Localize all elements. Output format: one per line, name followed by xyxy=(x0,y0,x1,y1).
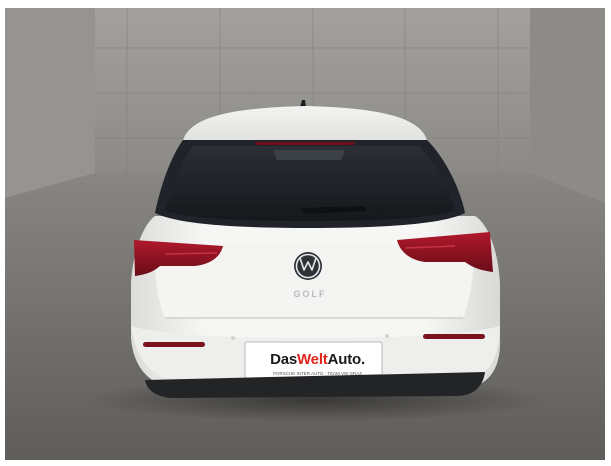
plate-brand-part1: Das xyxy=(270,350,297,368)
left-taillight-highlight xyxy=(164,252,218,255)
plate-brand-accent: Welt xyxy=(297,350,328,368)
plate-brand-part2: Auto. xyxy=(327,350,366,368)
left-side-wall xyxy=(5,8,95,198)
vw-logo-icon xyxy=(294,252,322,280)
model-badge: GOLF xyxy=(293,289,327,299)
car-photo: GOLF Das Welt Auto. PORSCHE INTER AUTO ·… xyxy=(5,8,605,460)
window-reflection xyxy=(273,150,345,160)
third-brake-light xyxy=(255,142,355,145)
left-reflector xyxy=(143,342,205,347)
right-reflector xyxy=(423,334,485,339)
parking-sensor xyxy=(385,334,389,338)
plate-small-print: PORSCHE INTER AUTO · TEAM VW GRAZ xyxy=(272,371,363,376)
car-photo-scene xyxy=(5,8,605,460)
parking-sensor xyxy=(231,336,235,340)
plate-brand-text: Das Welt Auto. xyxy=(252,346,383,372)
right-side-wall xyxy=(530,8,605,203)
